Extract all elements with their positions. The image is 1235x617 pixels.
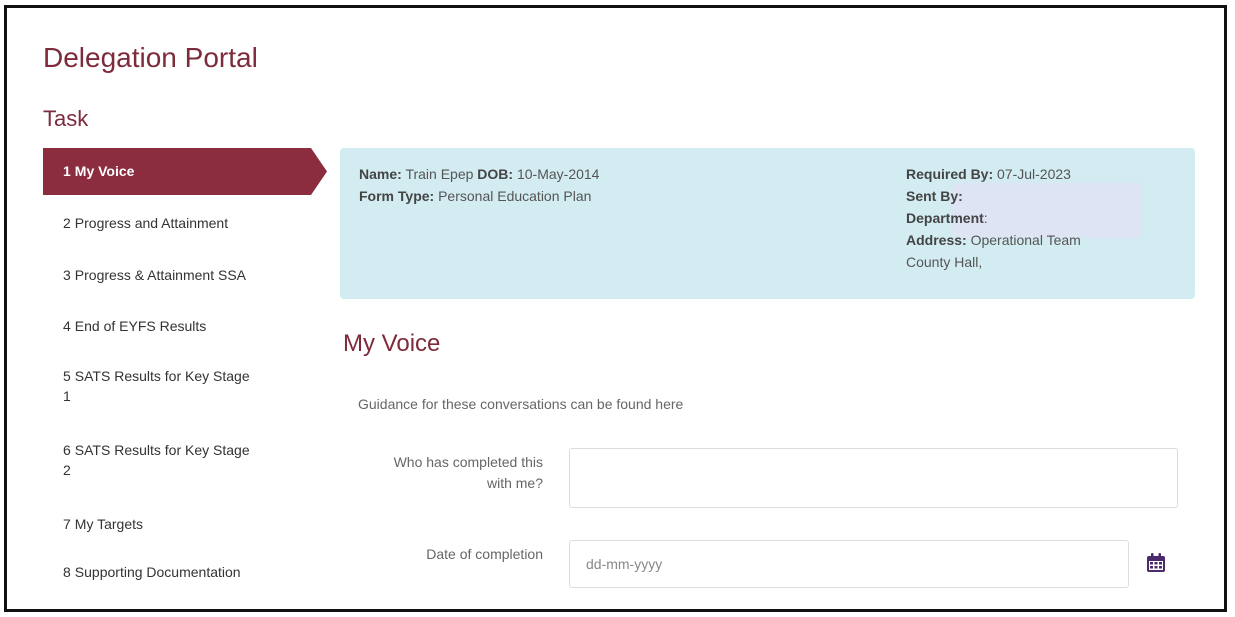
nav-item-number: 8 xyxy=(63,564,71,580)
nav-item-label-line2: 1 xyxy=(63,388,71,404)
nav-item-label: End of EYFS Results xyxy=(74,318,207,334)
record-info-panel: Name: Train Epep DOB: 10-May-2014 Form T… xyxy=(340,148,1195,299)
completed-by-label: Who has completed this with me? xyxy=(357,452,543,494)
address-value: Operational Team xyxy=(970,232,1081,248)
address-label: Address: xyxy=(906,232,967,248)
date-of-completion-label: Date of completion xyxy=(426,546,543,562)
form-type-label: Form Type: xyxy=(359,188,435,204)
nav-item-label: My Targets xyxy=(74,516,144,532)
app-title: Delegation Portal xyxy=(43,42,258,73)
nav-item-number: 5 xyxy=(63,368,71,384)
guidance-text: Guidance for these conversations can be … xyxy=(358,396,684,412)
nav-item-number: 3 xyxy=(63,267,71,283)
department-label: Department xyxy=(906,210,984,226)
nav-item-number: 6 xyxy=(63,442,71,458)
completed-by-input[interactable] xyxy=(569,448,1178,508)
calendar-icon[interactable] xyxy=(1145,552,1167,574)
address-line2: County Hall, xyxy=(906,254,983,270)
nav-item-label: My Voice xyxy=(74,163,135,179)
nav-item-label: Progress and Attainment xyxy=(74,215,229,231)
name-value: Train Epep xyxy=(405,166,474,182)
nav-item-number: 2 xyxy=(63,215,71,231)
nav-item-label-line2: 2 xyxy=(63,462,71,478)
dob-value: 10-May-2014 xyxy=(516,166,600,182)
sent-by-label: Sent By: xyxy=(906,188,963,204)
date-of-completion-input[interactable] xyxy=(569,540,1129,588)
section-title: My Voice xyxy=(343,330,441,357)
name-label: Name: xyxy=(359,166,402,182)
nav-item-my-voice[interactable]: 1 My Voice xyxy=(43,148,327,195)
form-type-value: Personal Education Plan xyxy=(438,188,592,204)
nav-item-number: 1 xyxy=(63,163,71,179)
nav-item-label: Progress & Attainment SSA xyxy=(74,267,246,283)
nav-item-number: 7 xyxy=(63,516,71,532)
department-colon: : xyxy=(983,210,988,226)
nav-item-number: 4 xyxy=(63,318,71,334)
completed-by-label-line2: with me? xyxy=(486,475,543,491)
completed-by-label-line1: Who has completed this xyxy=(393,454,543,470)
nav-item-label: Supporting Documentation xyxy=(74,564,241,580)
nav-item-label: SATS Results for Key Stage xyxy=(74,368,250,384)
required-by-value: 07-Jul-2023 xyxy=(997,166,1071,182)
task-heading: Task xyxy=(43,106,89,131)
nav-item-label: SATS Results for Key Stage xyxy=(74,442,250,458)
portal-window: Delegation Portal Task 1 My Voice 2 Progre… xyxy=(4,5,1227,612)
dob-label: DOB: xyxy=(477,166,514,182)
required-by-label: Required By: xyxy=(906,166,994,182)
